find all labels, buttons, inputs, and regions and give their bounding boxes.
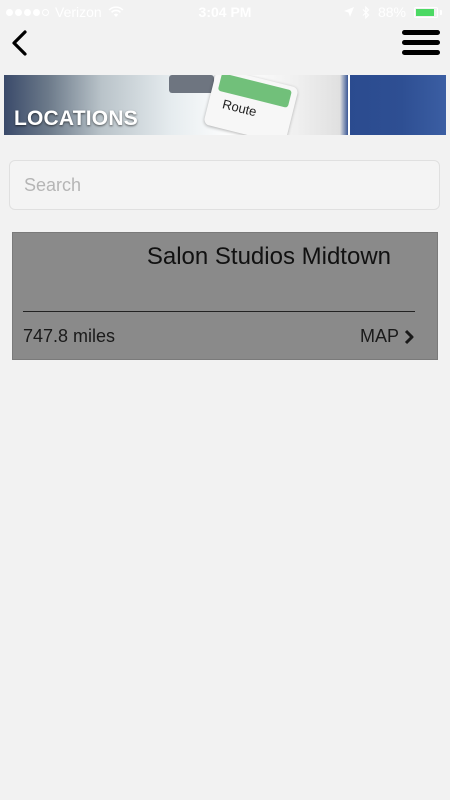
location-name: Salon Studios Midtown (146, 243, 391, 270)
banner-image-detail (169, 75, 214, 93)
battery-percentage: 88% (377, 4, 406, 20)
navigation-bar (0, 24, 450, 72)
map-link[interactable]: MAP (360, 326, 415, 347)
chevron-right-icon (404, 329, 414, 344)
card-divider (23, 311, 415, 312)
back-chevron-icon (12, 30, 27, 56)
location-distance: 747.8 miles (23, 326, 116, 346)
locations-banner: Route LOCATIONS (4, 75, 446, 135)
status-right-group: 88% (343, 4, 442, 20)
search-input[interactable] (10, 161, 439, 209)
location-card[interactable]: Salon Studios Midtown 747.8 miles MAP (12, 232, 438, 360)
bluetooth-icon (362, 5, 370, 19)
back-button[interactable] (8, 28, 36, 58)
banner-image-route-text: Route (220, 96, 259, 120)
location-arrow-icon (343, 7, 354, 17)
page-title: LOCATIONS (14, 107, 138, 130)
status-bar: Verizon 3:04 PM 88% (0, 0, 450, 24)
banner-divider (348, 75, 350, 135)
search-box (9, 160, 440, 210)
hamburger-menu-icon (402, 30, 440, 55)
battery-icon (414, 6, 442, 18)
menu-button[interactable] (402, 30, 440, 60)
banner-phone-image: Route (203, 75, 299, 135)
map-link-label: MAP (359, 326, 399, 346)
